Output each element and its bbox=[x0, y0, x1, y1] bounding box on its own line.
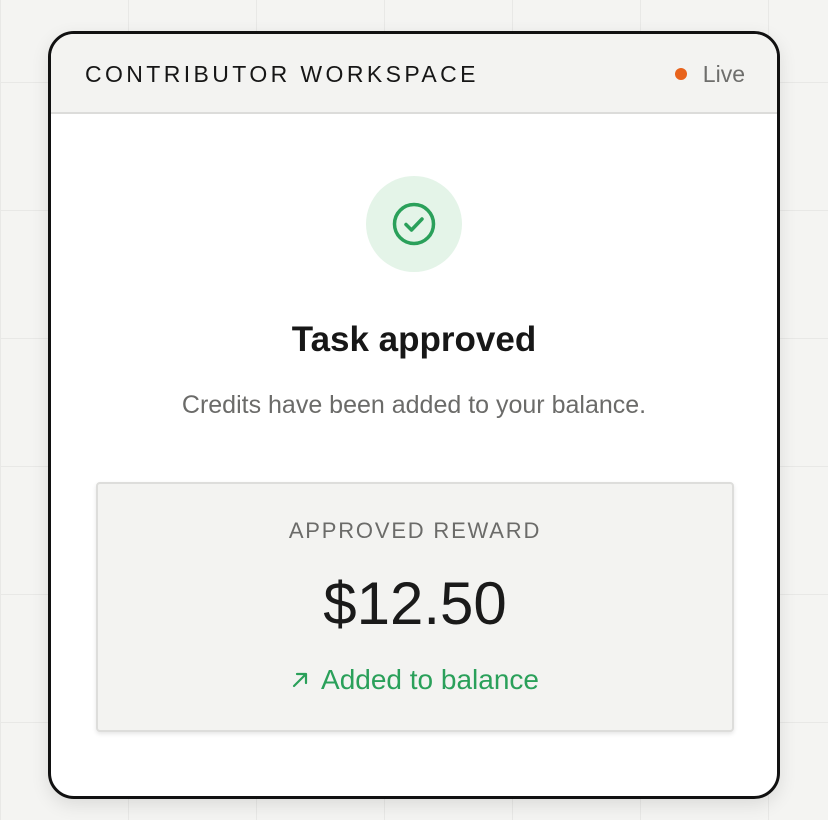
card-header: CONTRIBUTOR WORKSPACE Live bbox=[51, 34, 777, 114]
reward-amount: $12.50 bbox=[323, 570, 507, 637]
reward-status: Added to balance bbox=[98, 664, 732, 696]
workspace-title: CONTRIBUTOR WORKSPACE bbox=[85, 61, 479, 87]
reward-status-text: Added to balance bbox=[321, 664, 539, 695]
arrow-up-right-icon bbox=[292, 672, 308, 688]
live-status: Live bbox=[674, 61, 745, 87]
contributor-workspace-card: CONTRIBUTOR WORKSPACE Live Task approved… bbox=[48, 31, 780, 799]
reward-label: APPROVED REWARD bbox=[288, 518, 542, 543]
reward-summary: APPROVED REWARD $12.50 Added to balance bbox=[96, 482, 734, 732]
result-message: Credits have been added to your balance. bbox=[181, 391, 647, 419]
approval-badge bbox=[366, 176, 462, 272]
live-dot-icon bbox=[674, 68, 687, 80]
result-title: Task approved bbox=[291, 320, 537, 359]
live-status-label: Live bbox=[702, 61, 745, 87]
check-circle-icon bbox=[392, 202, 436, 246]
